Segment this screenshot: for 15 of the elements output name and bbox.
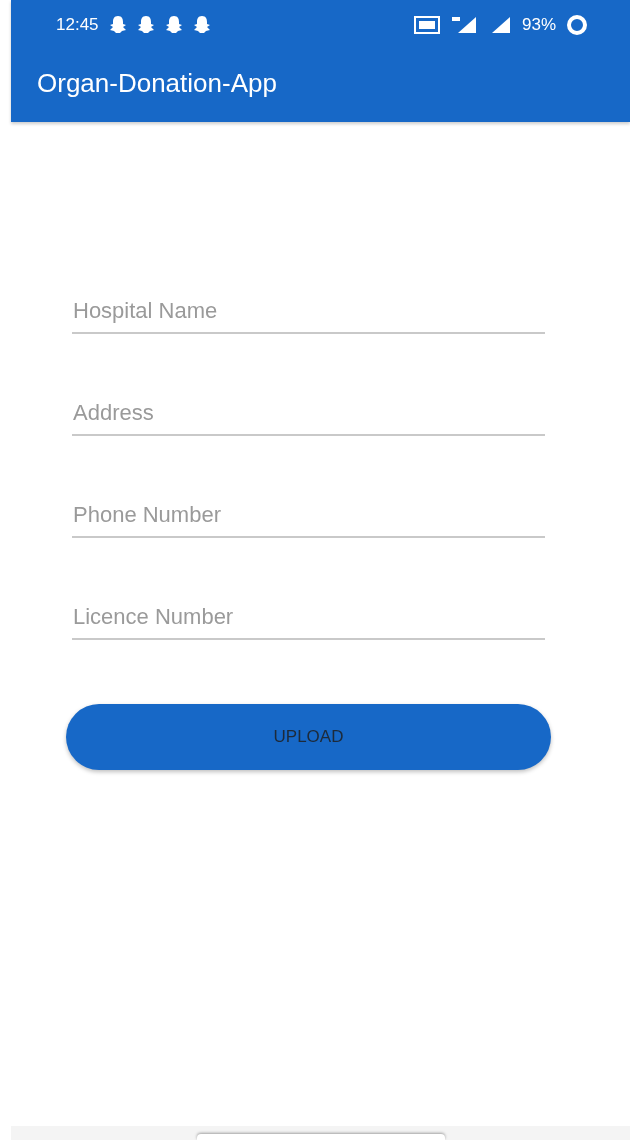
ghost-icon bbox=[108, 15, 127, 35]
ghost-icon bbox=[192, 15, 211, 35]
status-time: 12:45 bbox=[56, 15, 99, 35]
battery-ring-icon bbox=[566, 14, 588, 36]
battery-percent: 93% bbox=[521, 15, 556, 35]
gesture-handle[interactable] bbox=[196, 1134, 445, 1140]
text-field[interactable]: Address bbox=[72, 394, 545, 436]
upload-button[interactable]: UPLOAD bbox=[66, 704, 551, 770]
text-field[interactable]: Phone Number bbox=[72, 496, 545, 538]
ghost-icon bbox=[164, 15, 183, 35]
app-title: Organ-Donation-App bbox=[36, 67, 278, 99]
text-field[interactable]: Licence Number bbox=[72, 598, 545, 640]
ghost-icon bbox=[136, 15, 155, 35]
volte-icon bbox=[413, 16, 440, 34]
text-field[interactable]: Hospital Name bbox=[72, 292, 545, 334]
